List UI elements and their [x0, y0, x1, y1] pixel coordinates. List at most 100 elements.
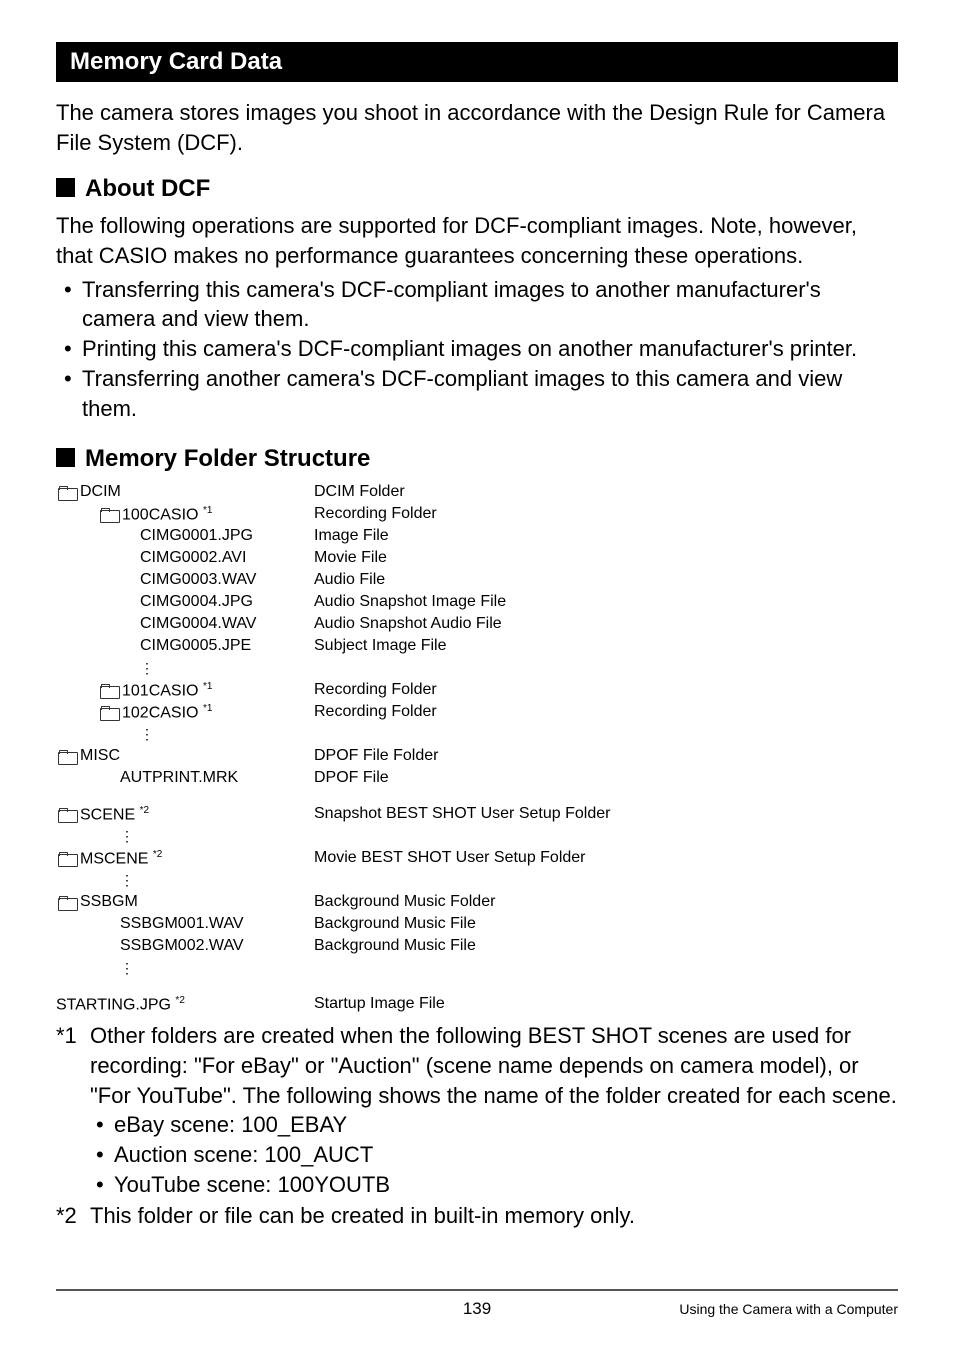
- about-dcf-heading-text: About DCF: [85, 175, 210, 202]
- folder-structure-heading: Memory Folder Structure: [56, 445, 898, 473]
- tree-row: SSBGM002.WAV Background Music File: [56, 935, 898, 957]
- tree-item-desc: Movie BEST SHOT User Setup Folder: [314, 849, 586, 867]
- tree-row: ⋮: [56, 825, 898, 847]
- tree-row: 102CASIO *1 Recording Folder: [56, 701, 898, 723]
- tree-item-desc: Audio Snapshot Audio File: [314, 615, 502, 633]
- tree-row: SCENE *2 Snapshot BEST SHOT User Setup Fo…: [56, 803, 898, 825]
- tree-row: CIMG0004.JPG Audio Snapshot Image File: [56, 591, 898, 613]
- note-2: *2 This folder or file can be created in…: [56, 1201, 898, 1231]
- page-footer: 139 Using the Camera with a Computer: [56, 1289, 898, 1317]
- tree-row: ⋮: [56, 869, 898, 891]
- tree-item-desc: Background Music Folder: [314, 893, 495, 911]
- vertical-dots-icon: ⋮: [140, 729, 156, 739]
- tree-row: SSBGM Background Music Folder: [56, 891, 898, 913]
- tree-row: CIMG0002.AVI Movie File: [56, 547, 898, 569]
- list-item: Auction scene: 100_AUCT: [96, 1140, 898, 1170]
- intro-text: The camera stores images you shoot in ac…: [56, 98, 898, 157]
- note-1-text: Other folders are created when the follo…: [90, 1021, 898, 1110]
- tree-item-desc: Audio File: [314, 571, 385, 589]
- tree-item-label: SCENE *2: [80, 805, 149, 824]
- vertical-dots-icon: ⋮: [140, 663, 156, 673]
- tree-item-desc: Recording Folder: [314, 703, 437, 721]
- tree-item-desc: Subject Image File: [314, 637, 447, 655]
- tree-row: AUTPRINT.MRK DPOF File: [56, 767, 898, 789]
- vertical-dots-icon: ⋮: [120, 963, 136, 973]
- tree-item-desc: Recording Folder: [314, 505, 437, 523]
- square-bullet-icon: [56, 178, 75, 197]
- tree-item-label: MSCENE *2: [80, 849, 162, 868]
- note-1-bullets: eBay scene: 100_EBAY Auction scene: 100_…: [96, 1110, 898, 1199]
- tree-row: SSBGM001.WAV Background Music File: [56, 913, 898, 935]
- folder-icon: [100, 508, 118, 521]
- notes-section: *1 Other folders are created when the fo…: [56, 1021, 898, 1231]
- list-item: Transferring this camera's DCF-compliant…: [64, 275, 898, 334]
- tree-item-desc: DPOF File: [314, 769, 389, 787]
- list-item: Transferring another camera's DCF-compli…: [64, 364, 898, 423]
- tree-item-label: DCIM: [80, 483, 121, 501]
- note-1: *1 Other folders are created when the fo…: [56, 1021, 898, 1199]
- tree-row: MISC DPOF File Folder: [56, 745, 898, 767]
- about-dcf-heading: About DCF: [56, 175, 898, 203]
- tree-item-desc: Background Music File: [314, 915, 476, 933]
- tree-row: 100CASIO *1 Recording Folder: [56, 503, 898, 525]
- folder-icon: [100, 706, 118, 719]
- list-item: eBay scene: 100_EBAY: [96, 1110, 898, 1140]
- tree-row: ⋮: [56, 723, 898, 745]
- tree-item-label: SSBGM002.WAV: [120, 937, 244, 955]
- tree-item-label: MISC: [80, 747, 120, 765]
- note-mark: *1: [56, 1021, 90, 1199]
- tree-row: CIMG0001.JPG Image File: [56, 525, 898, 547]
- tree-item-desc: Snapshot BEST SHOT User Setup Folder: [314, 805, 610, 823]
- note-2-text: This folder or file can be created in bu…: [90, 1201, 898, 1231]
- tree-item-label: 101CASIO *1: [122, 681, 212, 700]
- tree-item-label: SSBGM001.WAV: [120, 915, 244, 933]
- about-dcf-text: The following operations are supported f…: [56, 211, 898, 270]
- tree-row: DCIM DCIM Folder: [56, 481, 898, 503]
- tree-row: [56, 789, 898, 803]
- starting-file-desc: Startup Image File: [314, 995, 445, 1013]
- starting-file-label: STARTING.JPG *2: [56, 995, 185, 1014]
- tree-row: 101CASIO *1 Recording Folder: [56, 679, 898, 701]
- tree-row: CIMG0005.JPE Subject Image File: [56, 635, 898, 657]
- tree-item-label: CIMG0004.JPG: [140, 593, 253, 611]
- tree-row: ⋮: [56, 957, 898, 979]
- folder-icon: [58, 486, 76, 499]
- footer-text: Using the Camera with a Computer: [679, 1301, 898, 1317]
- list-item: Printing this camera's DCF-compliant ima…: [64, 334, 898, 364]
- folder-icon: [58, 750, 76, 763]
- folder-tree: DCIM DCIM Folder 100CASIO *1 Recording Fold…: [56, 481, 898, 979]
- section-title: Memory Card Data: [56, 42, 898, 82]
- tree-item-desc: Recording Folder: [314, 681, 437, 699]
- tree-item-label: CIMG0002.AVI: [140, 549, 246, 567]
- tree-item-desc: Audio Snapshot Image File: [314, 593, 506, 611]
- tree-row: MSCENE *2 Movie BEST SHOT User Setup Fold…: [56, 847, 898, 869]
- tree-item-desc: DPOF File Folder: [314, 747, 438, 765]
- folder-icon: [100, 684, 118, 697]
- tree-row: ⋮: [56, 657, 898, 679]
- tree-item-label: 102CASIO *1: [122, 703, 212, 722]
- note-mark: *2: [56, 1201, 90, 1231]
- tree-item-label: AUTPRINT.MRK: [120, 769, 238, 787]
- tree-row: CIMG0004.WAV Audio Snapshot Audio File: [56, 613, 898, 635]
- dcf-bullet-list: Transferring this camera's DCF-compliant…: [64, 275, 898, 423]
- folder-icon: [58, 896, 76, 909]
- tree-item-label: CIMG0004.WAV: [140, 615, 256, 633]
- folder-icon: [58, 852, 76, 865]
- square-bullet-icon: [56, 448, 75, 467]
- tree-item-desc: Movie File: [314, 549, 387, 567]
- tree-item-label: CIMG0005.JPE: [140, 637, 251, 655]
- vertical-dots-icon: ⋮: [120, 831, 136, 841]
- list-item: YouTube scene: 100YOUTB: [96, 1170, 898, 1200]
- tree-item-label: SSBGM: [80, 893, 138, 911]
- folder-structure-heading-text: Memory Folder Structure: [85, 445, 370, 472]
- tree-item-label: CIMG0001.JPG: [140, 527, 253, 545]
- tree-item-desc: Image File: [314, 527, 389, 545]
- tree-item-desc: Background Music File: [314, 937, 476, 955]
- tree-item-label: 100CASIO *1: [122, 505, 212, 524]
- starting-row: STARTING.JPG *2 Startup Image File: [56, 993, 898, 1015]
- folder-icon: [58, 808, 76, 821]
- tree-item-desc: DCIM Folder: [314, 483, 405, 501]
- vertical-dots-icon: ⋮: [120, 875, 136, 885]
- tree-item-label: CIMG0003.WAV: [140, 571, 256, 589]
- tree-row: CIMG0003.WAV Audio File: [56, 569, 898, 591]
